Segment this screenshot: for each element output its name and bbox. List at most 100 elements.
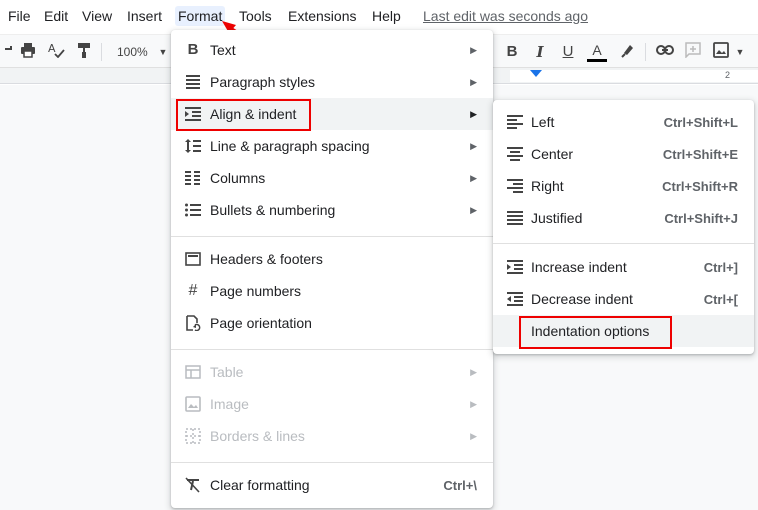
- menu-item-line-spacing[interactable]: Line & paragraph spacing ▶: [171, 130, 493, 162]
- submenu-arrow-icon: ▶: [470, 172, 477, 183]
- increase-indent-icon: [505, 257, 525, 277]
- clear-formatting-icon: [183, 475, 203, 495]
- link-icon[interactable]: [655, 42, 675, 62]
- italic-icon[interactable]: I: [530, 42, 550, 62]
- shortcut-label: Ctrl+[: [703, 291, 738, 307]
- menu-divider: [171, 462, 493, 463]
- paint-format-icon[interactable]: [74, 42, 94, 62]
- borders-icon: [183, 426, 203, 446]
- menu-divider: [171, 236, 493, 237]
- menu-item-label: Center: [531, 146, 574, 162]
- menubar: File Edit View Insert Format Tools Exten…: [0, 0, 758, 30]
- hash-icon: #: [188, 282, 198, 299]
- menu-item-borders-lines[interactable]: Borders & lines ▶: [171, 420, 493, 452]
- ruler-active-area: [510, 70, 758, 82]
- shortcut-label: Ctrl+Shift+J: [664, 210, 738, 226]
- menu-item-table[interactable]: Table ▶: [171, 356, 493, 388]
- table-icon: [183, 362, 203, 382]
- menu-item-label: Justified: [531, 210, 583, 226]
- menu-item-image[interactable]: Image ▶: [171, 388, 493, 420]
- shortcut-label: Ctrl+\: [443, 477, 477, 493]
- menu-view[interactable]: View: [82, 6, 112, 26]
- print-icon[interactable]: [18, 42, 38, 62]
- menu-edit[interactable]: Edit: [44, 6, 68, 26]
- text-color-bar: [587, 59, 607, 62]
- toolbar-separator: [101, 43, 102, 61]
- chevron-down-icon[interactable]: ▼: [730, 42, 750, 62]
- annotation-highlight-align-indent: [176, 99, 311, 131]
- menu-divider: [171, 349, 493, 350]
- menu-item-bullets[interactable]: Bullets & numbering ▶: [171, 194, 493, 226]
- menu-item-align-right[interactable]: Right Ctrl+Shift+R: [493, 170, 754, 202]
- underline-icon[interactable]: U: [558, 42, 578, 62]
- menu-item-label: Borders & lines: [210, 428, 305, 444]
- align-right-icon: [505, 176, 525, 196]
- submenu-arrow-icon: ▶: [470, 398, 477, 409]
- text-color-icon[interactable]: A: [587, 42, 607, 62]
- menu-item-align-center[interactable]: Center Ctrl+Shift+E: [493, 138, 754, 170]
- menu-item-label: Decrease indent: [531, 291, 633, 307]
- submenu-arrow-icon: ▶: [470, 140, 477, 151]
- menu-item-align-justified[interactable]: Justified Ctrl+Shift+J: [493, 202, 754, 234]
- comment-icon[interactable]: [683, 42, 703, 62]
- shortcut-label: Ctrl+Shift+L: [663, 114, 738, 130]
- zoom-select[interactable]: 100%: [117, 43, 148, 61]
- menu-item-label: Page orientation: [210, 315, 312, 331]
- align-center-icon: [505, 144, 525, 164]
- menu-item-columns[interactable]: Columns ▶: [171, 162, 493, 194]
- menu-file[interactable]: File: [8, 6, 31, 26]
- annotation-highlight-indentation-options: [519, 316, 672, 349]
- menu-item-page-numbers[interactable]: # Page numbers: [171, 275, 493, 307]
- last-edit-link[interactable]: Last edit was seconds ago: [423, 6, 588, 26]
- menu-item-label: Increase indent: [531, 259, 627, 275]
- menu-item-headers-footers[interactable]: Headers & footers: [171, 243, 493, 275]
- text-color-letter: A: [592, 42, 602, 58]
- chevron-down-icon[interactable]: ▼: [153, 42, 173, 62]
- headers-footers-icon: [183, 249, 203, 269]
- menu-item-label: Bullets & numbering: [210, 202, 336, 218]
- menu-item-paragraph-styles[interactable]: Paragraph styles ▶: [171, 66, 493, 98]
- toolbar-separator: [645, 43, 646, 61]
- menu-item-decrease-indent[interactable]: Decrease indent Ctrl+[: [493, 283, 754, 315]
- highlight-icon[interactable]: [618, 42, 638, 62]
- menu-item-label: Columns: [210, 170, 266, 186]
- spellcheck-icon[interactable]: A: [46, 42, 66, 62]
- menu-item-label: Left: [531, 114, 555, 130]
- image-icon: [183, 394, 203, 414]
- indent-marker[interactable]: [530, 70, 542, 77]
- menu-item-text[interactable]: B Text ▶: [171, 34, 493, 66]
- image-icon[interactable]: [711, 42, 731, 62]
- submenu-arrow-icon: ▶: [470, 366, 477, 377]
- menu-insert[interactable]: Insert: [127, 6, 162, 26]
- submenu-arrow-icon: ▶: [470, 430, 477, 441]
- svg-text:A: A: [48, 42, 56, 55]
- undo-redo-icon[interactable]: [0, 42, 20, 62]
- bullets-icon: [183, 200, 203, 220]
- submenu-arrow-icon: ▶: [470, 76, 477, 87]
- menu-item-label: Text: [210, 42, 236, 58]
- bold-icon: B: [187, 41, 199, 58]
- submenu-arrow-icon: ▶: [470, 204, 477, 215]
- page-orientation-icon: [183, 313, 203, 333]
- menu-item-clear-formatting[interactable]: Clear formatting Ctrl+\: [171, 469, 493, 501]
- menu-item-label: Right: [531, 178, 564, 194]
- menu-item-increase-indent[interactable]: Increase indent Ctrl+]: [493, 251, 754, 283]
- menu-divider: [493, 243, 754, 244]
- menu-item-label: Table: [210, 364, 244, 380]
- shortcut-label: Ctrl+Shift+E: [662, 146, 738, 162]
- menu-extensions[interactable]: Extensions: [288, 6, 356, 26]
- shortcut-label: Ctrl+]: [703, 259, 738, 275]
- submenu-arrow-icon: ▶: [470, 108, 477, 119]
- submenu-arrow-icon: ▶: [470, 44, 477, 55]
- columns-icon: [183, 168, 203, 188]
- menu-item-label: Clear formatting: [210, 477, 310, 493]
- decrease-indent-icon: [505, 289, 525, 309]
- menu-item-page-orientation[interactable]: Page orientation: [171, 307, 493, 339]
- align-justify-icon: [505, 208, 525, 228]
- menu-item-align-left[interactable]: Left Ctrl+Shift+L: [493, 106, 754, 138]
- bold-icon[interactable]: B: [502, 42, 522, 62]
- shortcut-label: Ctrl+Shift+R: [662, 178, 738, 194]
- menu-help[interactable]: Help: [372, 6, 401, 26]
- ruler-number: 2: [725, 70, 731, 80]
- menu-item-label: Headers & footers: [210, 251, 323, 267]
